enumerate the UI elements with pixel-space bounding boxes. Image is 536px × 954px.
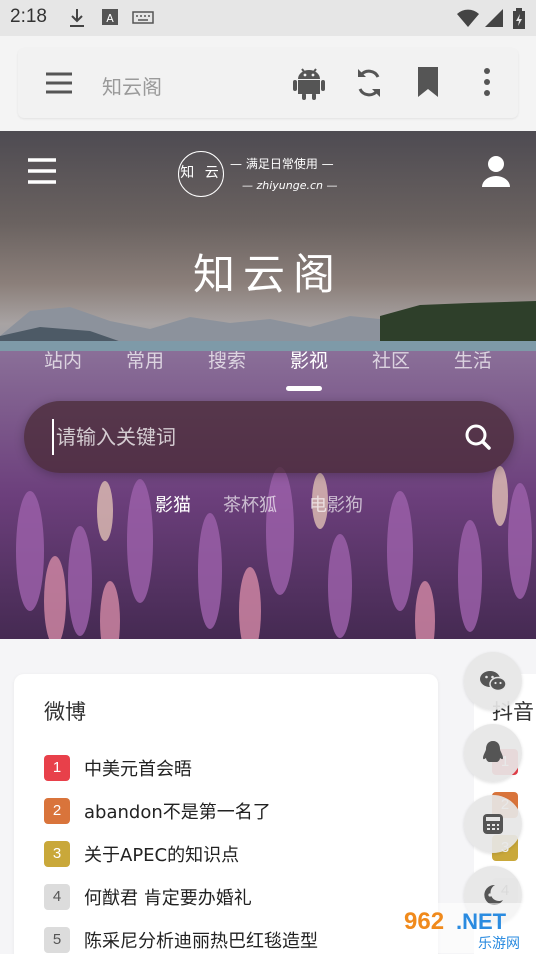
list-item[interactable]: 3 关于APEC的知识点 — [44, 832, 318, 875]
hamburger-menu-icon[interactable] — [44, 70, 74, 96]
hot-item-text: 陈采尼分析迪丽热巴红毯造型 — [84, 930, 318, 952]
engine-电影狗[interactable]: 电影狗 — [309, 491, 363, 517]
status-time: 2:18 — [10, 6, 47, 27]
list-item[interactable]: 4 何猷君 肯定要办婚礼 — [44, 875, 318, 918]
tab-影视[interactable]: 影视 — [286, 346, 332, 373]
rank-badge: 4 — [44, 883, 70, 910]
browser-app-bar: 知云阁 — [18, 48, 518, 118]
hot-list: 1 中美元首会晤 2 abandon不是第一名了 3 关于APEC的知识点 4 何猷君 … — [44, 746, 318, 954]
site-menu-icon[interactable] — [26, 157, 58, 185]
calculator-button[interactable] — [464, 795, 522, 853]
android-icon[interactable] — [292, 65, 326, 101]
rank-badge: 3 — [44, 840, 70, 867]
svg-text:乐游网: 乐游网 — [478, 936, 520, 952]
list-item[interactable]: 5 陈采尼分析迪丽热巴红毯造型 — [44, 918, 318, 954]
more-vert-icon[interactable] — [480, 65, 494, 99]
search-bar — [24, 401, 514, 473]
web-content: 知 云 — 满足日常使用 — — zhiyunge.cn — 知云阁 站内 常用… — [0, 131, 536, 954]
rank-badge: 2 — [44, 797, 70, 824]
site-domain: — zhiyunge.cn — — [242, 179, 338, 192]
qq-icon — [483, 741, 503, 762]
tab-站内[interactable]: 站内 — [40, 346, 86, 373]
wechat-button[interactable] — [464, 652, 522, 710]
active-tab-indicator — [286, 386, 322, 391]
hot-item-text: 何猷君 肯定要办婚礼 — [84, 887, 252, 909]
rank-badge: 1 — [44, 754, 70, 781]
site-logo[interactable]: 知 云 — [178, 151, 224, 197]
hot-list-title: 微博 — [44, 700, 86, 724]
wifi-icon — [457, 9, 479, 27]
hot-item-text: 关于APEC的知识点 — [84, 844, 240, 866]
search-input[interactable] — [52, 419, 452, 455]
search-engine-list: 影猫 茶杯狐 电影狗 — [155, 491, 363, 517]
engine-影猫[interactable]: 影猫 — [155, 491, 191, 517]
keyboard-a-icon: A — [102, 9, 118, 25]
tab-常用[interactable]: 常用 — [122, 346, 168, 373]
list-item[interactable]: 1 中美元首会晤 — [44, 746, 318, 789]
svg-text:.NET: .NET — [456, 909, 507, 934]
hot-item-text: abandon不是第一名了 — [84, 801, 271, 823]
app-bar-title: 知云阁 — [102, 75, 162, 99]
list-item[interactable]: 2 abandon不是第一名了 — [44, 789, 318, 832]
download-icon — [70, 9, 84, 27]
status-bar: 2:18 A — [0, 0, 536, 36]
refresh-icon[interactable] — [354, 65, 384, 101]
svg-text:962: 962 — [404, 908, 444, 935]
site-watermark-logo: 962 .NET 乐游网 — [396, 903, 532, 953]
engine-茶杯狐[interactable]: 茶杯狐 — [223, 491, 277, 517]
hot-list-card-weibo: 微博 1 中美元首会晤 2 abandon不是第一名了 3 关于APEC的知识点 4何… — [14, 674, 438, 954]
tab-生活[interactable]: 生活 — [450, 346, 496, 373]
site-title: 知云阁 — [192, 250, 343, 299]
signal-icon — [485, 9, 503, 27]
category-tabs: 站内 常用 搜索 影视 社区 生活 — [40, 346, 496, 373]
wechat-icon — [480, 671, 507, 692]
hero-banner: 知 云 — 满足日常使用 — — zhiyunge.cn — 知云阁 站内 常用… — [0, 131, 536, 639]
tab-搜索[interactable]: 搜索 — [204, 346, 250, 373]
battery-charging-icon — [513, 8, 525, 29]
search-icon[interactable] — [464, 423, 492, 451]
hot-item-text: 中美元首会晤 — [84, 758, 192, 780]
svg-text:A: A — [106, 12, 114, 25]
lavender-field-background — [0, 301, 536, 639]
user-icon[interactable] — [482, 155, 510, 187]
qq-button[interactable] — [464, 724, 522, 782]
rank-badge: 5 — [44, 926, 70, 953]
site-slogan: — 满足日常使用 — — [230, 157, 334, 171]
calculator-icon — [483, 814, 503, 834]
keyboard-icon — [132, 11, 154, 24]
bookmark-icon[interactable] — [416, 65, 440, 99]
tab-社区[interactable]: 社区 — [368, 346, 414, 373]
